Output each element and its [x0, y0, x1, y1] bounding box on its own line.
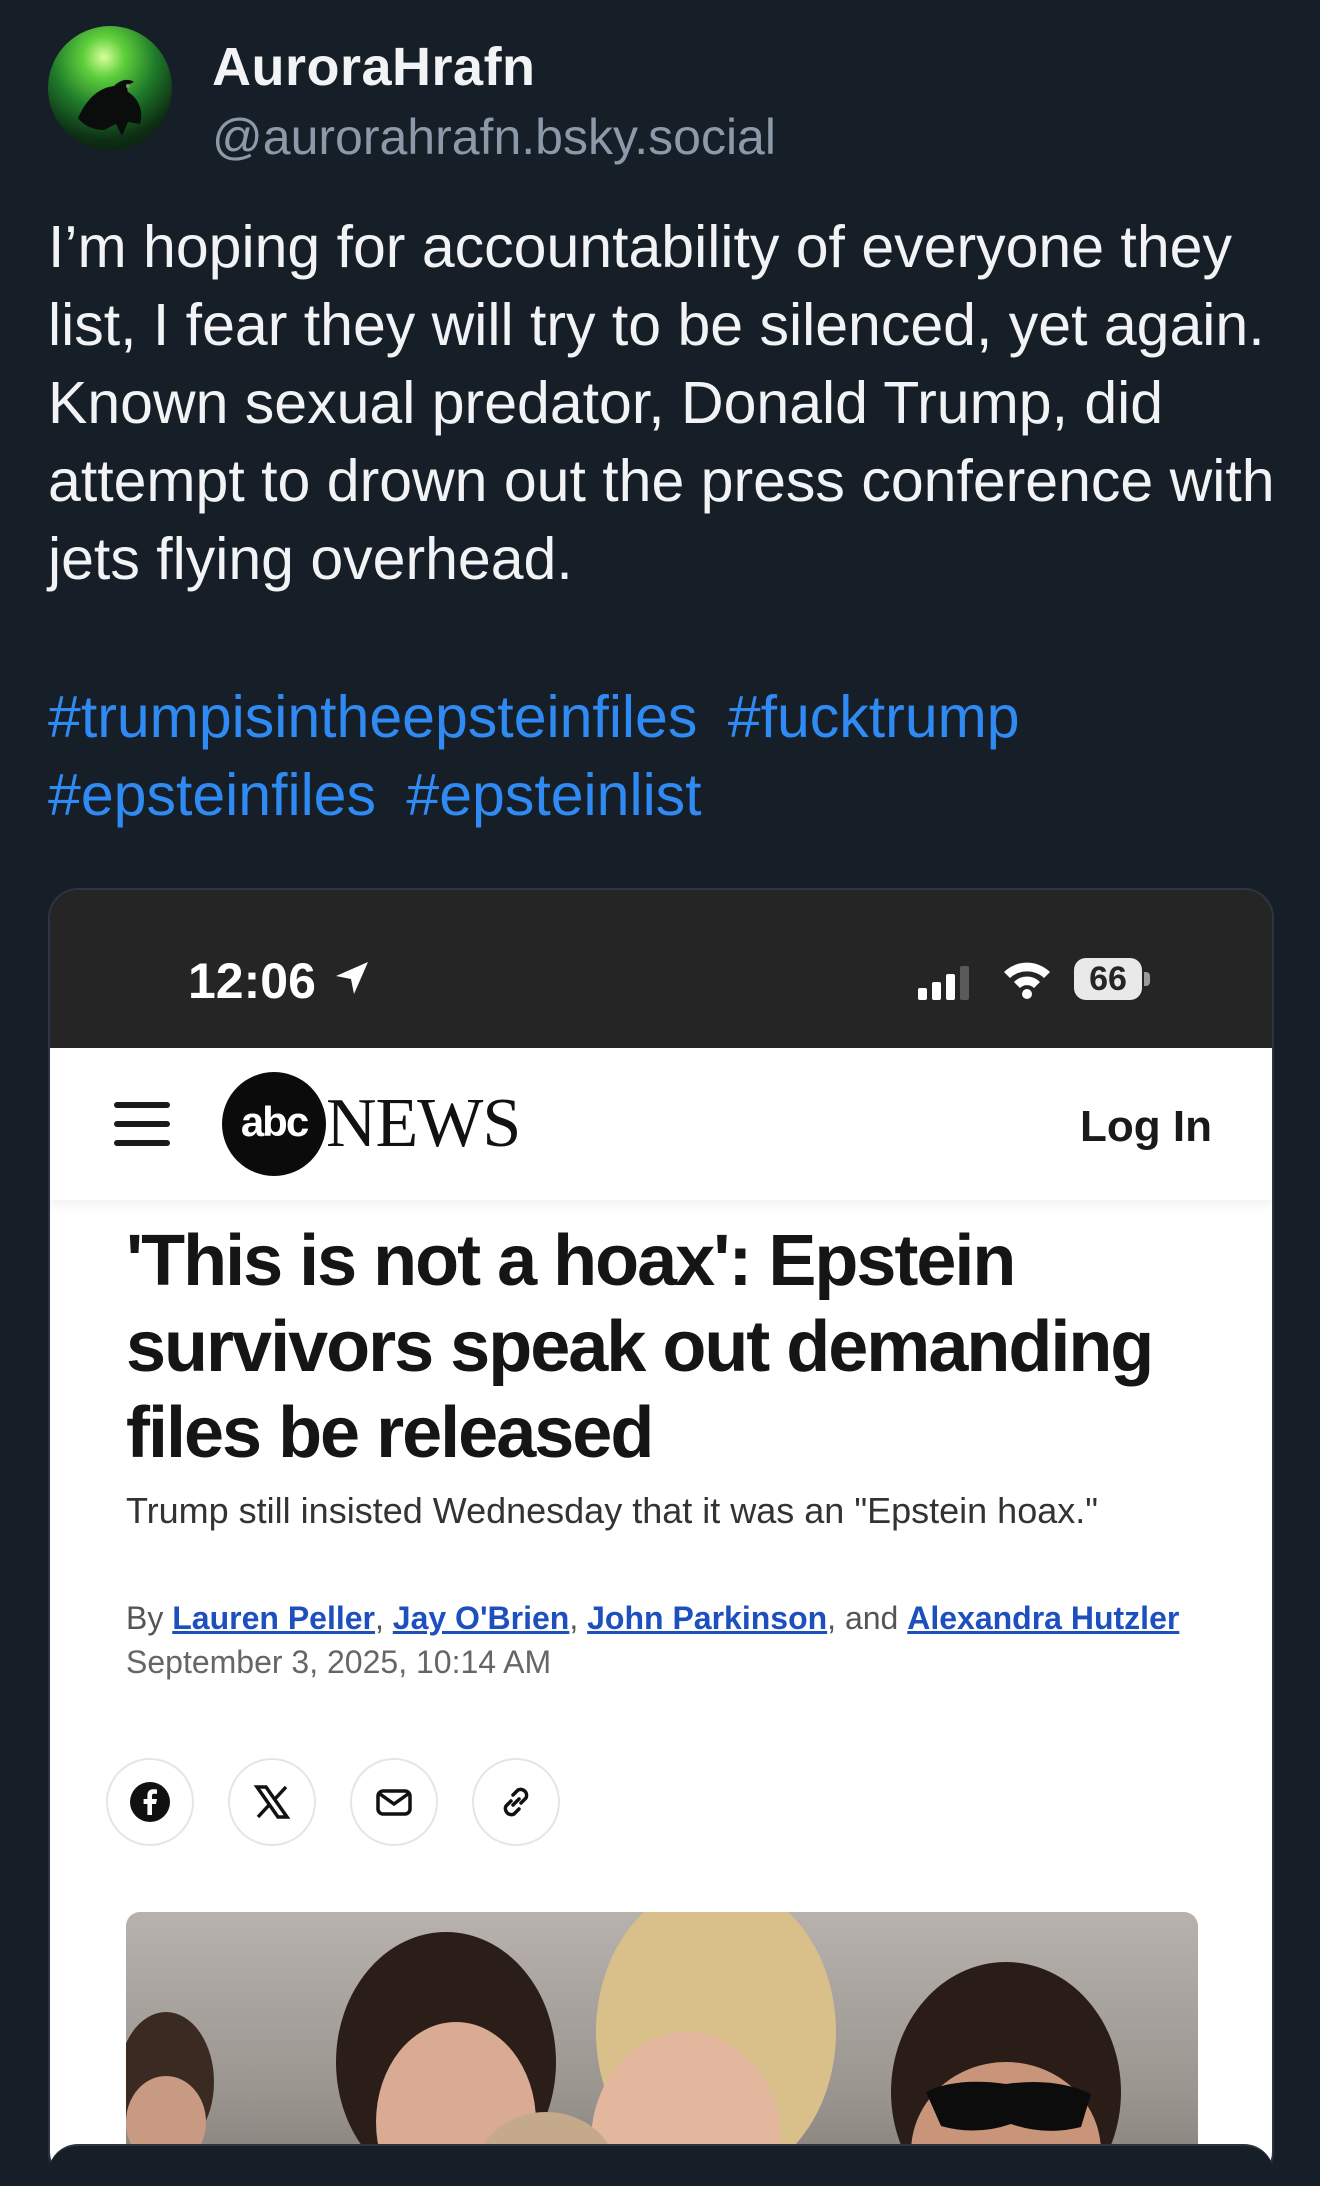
article-byline: By Lauren Peller, Jay O'Brien, John Park…: [126, 1600, 1226, 1637]
hashtag-link[interactable]: #trumpisintheepsteinfiles: [48, 684, 697, 750]
abc-logo[interactable]: abc: [222, 1072, 326, 1176]
login-button[interactable]: Log In: [1080, 1102, 1212, 1152]
site-nav-bar: abc NEWS Log In: [50, 1048, 1272, 1200]
facebook-icon: [130, 1782, 170, 1822]
share-x-button[interactable]: [228, 1758, 316, 1846]
article-headline: 'This is not a hoax': Epstein survivors …: [126, 1221, 1154, 1473]
user-handle[interactable]: @aurorahrafn.bsky.social: [212, 108, 776, 166]
display-name[interactable]: AuroraHrafn: [212, 36, 536, 98]
author-link[interactable]: Lauren Peller: [172, 1600, 375, 1636]
byline-separator: , and: [827, 1600, 899, 1636]
status-time: 12:06: [188, 953, 316, 1009]
author-link[interactable]: Jay O'Brien: [393, 1600, 570, 1636]
bottom-sheet-edge: [48, 2144, 1274, 2186]
wifi-icon: [1004, 962, 1050, 999]
embedded-image[interactable]: 12:06 66 abc NEWS Log In 'This is not a …: [48, 888, 1274, 2182]
avatar[interactable]: [48, 26, 172, 150]
share-facebook-button[interactable]: [106, 1758, 194, 1846]
byline-separator: ,: [569, 1600, 579, 1636]
hashtag-link[interactable]: #epsteinfiles: [48, 762, 376, 828]
author-link[interactable]: Alexandra Hutzler: [907, 1600, 1179, 1636]
byline-prefix: By: [126, 1600, 164, 1636]
post-header: AuroraHrafn @aurorahrafn.bsky.social: [48, 26, 1268, 165]
crowd-photo: [126, 1912, 1121, 2180]
byline-separator: ,: [374, 1600, 384, 1636]
news-wordmark[interactable]: NEWS: [326, 1084, 521, 1164]
hashtag-link[interactable]: #fucktrump: [728, 684, 1020, 750]
menu-icon[interactable]: [114, 1102, 170, 1146]
hashtag-link[interactable]: #epsteinlist: [406, 762, 701, 828]
battery-cap: [1144, 972, 1150, 986]
share-link-button[interactable]: [472, 1758, 560, 1846]
share-buttons: [106, 1758, 606, 1848]
post-text: I’m hoping for accountability of everyon…: [48, 214, 1291, 592]
battery-indicator: 66: [1074, 958, 1142, 1000]
cell-signal-icon: [918, 966, 969, 1000]
mail-icon: [376, 1789, 412, 1816]
share-email-button[interactable]: [350, 1758, 438, 1846]
article-subheadline: Trump still insisted Wednesday that it w…: [126, 1490, 1099, 1531]
author-link[interactable]: John Parkinson: [587, 1600, 827, 1636]
x-icon: [253, 1785, 291, 1819]
link-icon: [503, 1787, 529, 1817]
raven-icon: [78, 79, 142, 136]
hashtag-list: #trumpisintheepsteinfiles #fucktrump #ep…: [48, 678, 1278, 834]
location-arrow-icon: [336, 962, 368, 994]
article-hero-photo[interactable]: [126, 1912, 1198, 2180]
article-page: abc NEWS Log In 'This is not a hoax': Ep…: [50, 1048, 1272, 2180]
article-date: September 3, 2025, 10:14 AM: [126, 1644, 552, 1680]
phone-status-bar: 12:06 66: [50, 890, 1272, 1048]
